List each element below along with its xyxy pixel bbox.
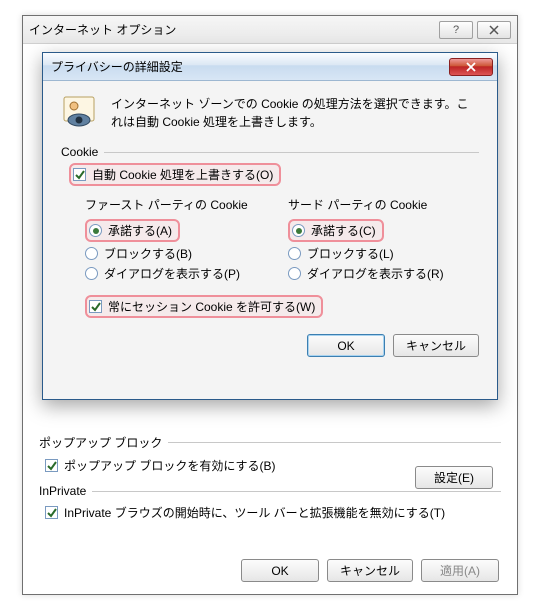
help-button[interactable]: ? xyxy=(439,21,473,39)
first-accept-radio[interactable] xyxy=(89,224,102,237)
override-cookie-checkbox[interactable] xyxy=(73,168,86,181)
popup-block-checkbox[interactable] xyxy=(45,459,58,472)
popup-block-label: ポップアップ ブロック xyxy=(39,434,162,451)
close-button[interactable] xyxy=(477,21,511,39)
dialog-body: インターネット ゾーンでの Cookie の処理方法を選択できます。これは自動 … xyxy=(43,81,497,369)
cookie-group-label: Cookie xyxy=(61,145,98,159)
cookie-columns: ファースト パーティの Cookie 承諾する(A) ブロックする(B) ダイア… xyxy=(61,196,479,285)
dialog-close-button[interactable] xyxy=(449,58,493,76)
session-cookie-checkbox[interactable] xyxy=(89,300,102,313)
third-block-radio[interactable] xyxy=(288,247,301,260)
override-highlight: 自動 Cookie 処理を上書きする(O) xyxy=(69,163,281,186)
third-accept-label: 承諾する(C) xyxy=(311,222,376,239)
third-party-title: サード パーティの Cookie xyxy=(288,196,479,213)
third-prompt-radio[interactable] xyxy=(288,267,301,280)
first-party-column: ファースト パーティの Cookie 承諾する(A) ブロックする(B) ダイア… xyxy=(85,196,276,285)
privacy-icon xyxy=(61,95,97,131)
inprivate-checkbox[interactable] xyxy=(45,506,58,519)
window-footer: OK キャンセル 適用(A) xyxy=(241,559,499,582)
third-party-column: サード パーティの Cookie 承諾する(C) ブロックする(L) ダイアログ… xyxy=(288,196,479,285)
first-accept-label: 承諾する(A) xyxy=(108,222,172,239)
popup-settings-button[interactable]: 設定(E) xyxy=(415,466,493,489)
apply-button[interactable]: 適用(A) xyxy=(421,559,499,582)
inprivate-checkbox-row: InPrivate ブラウズの開始時に、ツール バーと拡張機能を無効にする(T) xyxy=(45,504,501,521)
first-prompt-radio[interactable] xyxy=(85,267,98,280)
cancel-button[interactable]: キャンセル xyxy=(327,559,413,582)
inprivate-checkbox-label: InPrivate ブラウズの開始時に、ツール バーと拡張機能を無効にする(T) xyxy=(64,504,445,521)
first-block-label: ブロックする(B) xyxy=(104,245,192,262)
titlebar: インターネット オプション ? xyxy=(23,16,517,44)
third-accept-highlight: 承諾する(C) xyxy=(288,219,384,242)
dialog-footer: OK キャンセル xyxy=(61,334,479,357)
third-prompt-label: ダイアログを表示する(R) xyxy=(307,265,444,282)
dialog-intro: インターネット ゾーンでの Cookie の処理方法を選択できます。これは自動 … xyxy=(61,95,479,131)
dialog-ok-button[interactable]: OK xyxy=(307,334,385,357)
first-block-radio[interactable] xyxy=(85,247,98,260)
settings-button-wrap: 設定(E) xyxy=(415,466,493,489)
first-accept-highlight: 承諾する(A) xyxy=(85,219,180,242)
titlebar-buttons: ? xyxy=(439,21,511,39)
override-row: 自動 Cookie 処理を上書きする(O) xyxy=(61,163,479,186)
window-title: インターネット オプション xyxy=(29,21,176,38)
first-prompt-label: ダイアログを表示する(P) xyxy=(104,265,240,282)
inprivate-label: InPrivate xyxy=(39,484,86,498)
popup-block-group: ポップアップ ブロック xyxy=(39,434,501,451)
ok-button[interactable]: OK xyxy=(241,559,319,582)
dialog-titlebar: プライバシーの詳細設定 xyxy=(43,53,497,81)
third-block-label: ブロックする(L) xyxy=(307,245,394,262)
popup-block-checkbox-label: ポップアップ ブロックを有効にする(B) xyxy=(64,457,275,474)
session-highlight: 常にセッション Cookie を許可する(W) xyxy=(85,295,323,318)
privacy-advanced-dialog: プライバシーの詳細設定 インターネット ゾーンでの Cookie の処理方法を選… xyxy=(42,52,498,400)
override-cookie-label: 自動 Cookie 処理を上書きする(O) xyxy=(92,166,273,183)
first-party-title: ファースト パーティの Cookie xyxy=(85,196,276,213)
dialog-cancel-button[interactable]: キャンセル xyxy=(393,334,479,357)
dialog-title: プライバシーの詳細設定 xyxy=(51,58,183,75)
cookie-group: Cookie xyxy=(61,145,479,159)
third-accept-radio[interactable] xyxy=(292,224,305,237)
session-cookie-row: 常にセッション Cookie を許可する(W) xyxy=(61,295,479,318)
dialog-intro-text: インターネット ゾーンでの Cookie の処理方法を選択できます。これは自動 … xyxy=(111,95,479,131)
session-cookie-label: 常にセッション Cookie を許可する(W) xyxy=(108,298,315,315)
